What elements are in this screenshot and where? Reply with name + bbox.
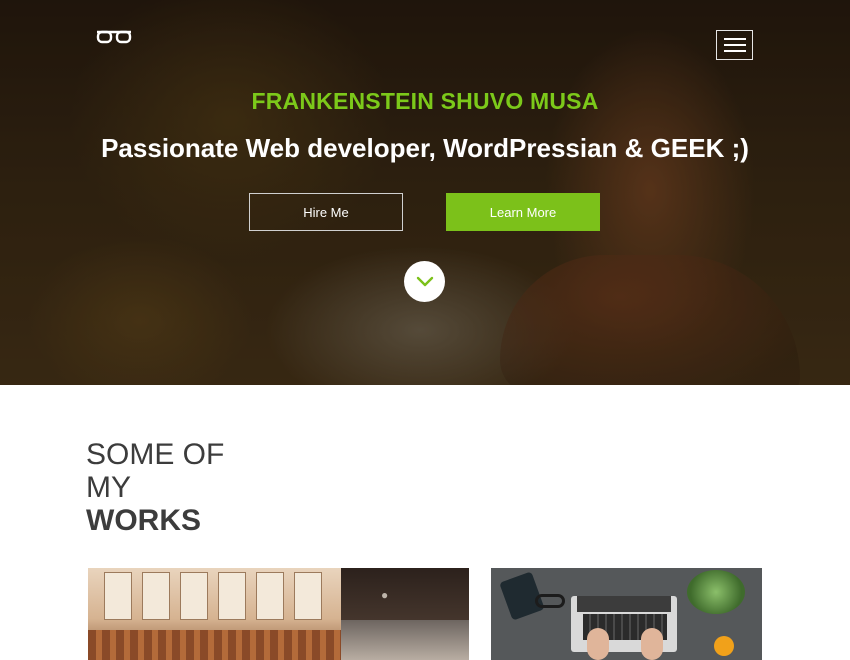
hamburger-menu-icon [723,38,746,40]
hero-tagline: Passionate Web developer, WordPressian &… [101,133,749,163]
scroll-down-button[interactable] [404,261,445,302]
learn-more-button[interactable]: Learn More [446,193,600,231]
chevron-down-icon [416,276,433,286]
hire-me-button[interactable]: Hire Me [249,193,403,231]
apple-logo-icon: ● [381,588,389,602]
hamburger-menu-button[interactable] [716,30,753,60]
glasses-icon[interactable] [96,29,132,45]
works-title-line-2: MY [86,471,131,504]
hero-name: FRANKENSTEIN SHUVO MUSA [251,88,599,114]
works-title-line-3: WORKS [86,504,201,537]
work-thumbnail-1[interactable]: ● [88,568,469,660]
work-thumbnail-2[interactable] [491,568,762,660]
works-section-title: SOME OF MY WORKS [86,438,224,537]
hero-section: FRANKENSTEIN SHUVO MUSA Passionate Web d… [0,0,850,385]
works-title-line-1: SOME OF [86,438,225,471]
